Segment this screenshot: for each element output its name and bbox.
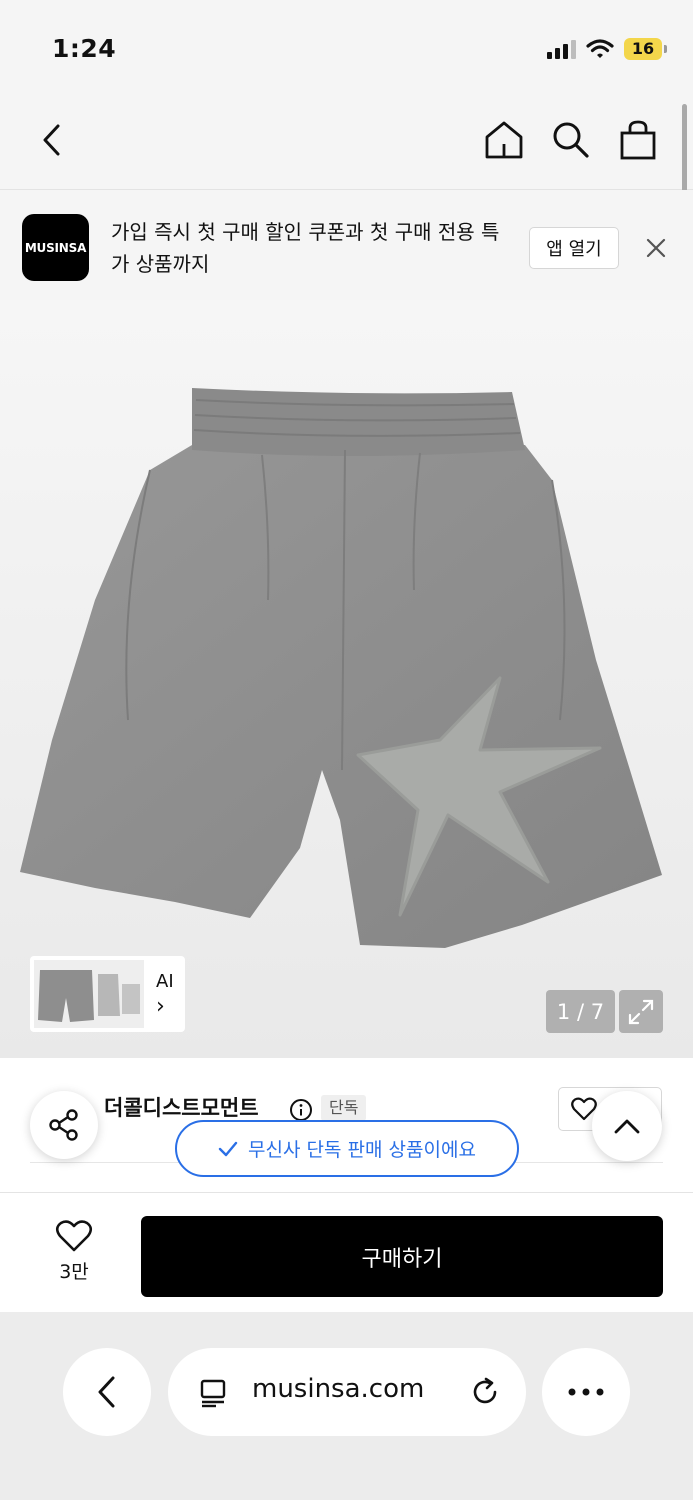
sweat-shorts-illustration <box>0 300 693 1058</box>
url-text: musinsa.com <box>252 1374 425 1404</box>
page-scrollbar[interactable] <box>682 104 687 204</box>
purchase-bar: 3만 구매하기 <box>0 1192 693 1312</box>
more-dots-icon <box>568 1388 604 1396</box>
status-icons: 16 <box>547 38 667 60</box>
image-page-counter: 1 / 7 <box>546 990 615 1033</box>
like-button[interactable]: 3만 <box>40 1219 108 1291</box>
expand-icon <box>628 999 654 1024</box>
open-app-button[interactable]: 앱 열기 <box>529 227 619 269</box>
info-icon[interactable] <box>289 1098 313 1122</box>
battery-icon: 16 <box>624 38 667 60</box>
more-options-button[interactable] <box>542 1348 630 1436</box>
close-banner-button[interactable] <box>642 234 670 266</box>
product-image[interactable] <box>0 300 693 1058</box>
wifi-icon <box>586 39 614 58</box>
top-navigation <box>0 96 693 190</box>
exclusive-badge: 단독 <box>321 1095 367 1121</box>
reload-icon[interactable] <box>468 1375 502 1409</box>
expand-image-button[interactable] <box>619 990 663 1033</box>
ai-styling-card[interactable]: AI › <box>30 956 185 1032</box>
close-icon <box>646 238 666 258</box>
home-button[interactable] <box>480 116 528 164</box>
toast-message: 무신사 단독 판매 상품이에요 <box>248 1139 476 1161</box>
share-icon <box>49 1109 78 1141</box>
ai-label: AI <box>156 971 174 992</box>
browser-back-button[interactable] <box>63 1348 151 1436</box>
chevron-left-icon <box>43 124 60 156</box>
address-bar[interactable]: musinsa.com <box>168 1348 526 1436</box>
scroll-to-top-button[interactable] <box>592 1091 662 1161</box>
cellular-signal-icon <box>547 39 576 59</box>
chevron-left-icon <box>98 1376 115 1408</box>
status-bar: 1:24 16 <box>0 0 693 96</box>
cart-button[interactable] <box>614 116 662 164</box>
share-button[interactable] <box>30 1091 98 1159</box>
app-banner-message: 가입 즉시 첫 구매 할인 쿠폰과 첫 구매 전용 특가 상품까지 <box>111 220 500 276</box>
search-icon <box>553 122 589 158</box>
brand-name[interactable]: 더콜디스트모먼트 <box>104 1092 259 1122</box>
buy-button[interactable]: 구매하기 <box>141 1216 663 1297</box>
browser-toolbar: musinsa.com <box>0 1312 693 1500</box>
home-icon <box>485 121 523 159</box>
page-menu-icon <box>200 1379 226 1408</box>
battery-level: 16 <box>624 38 662 60</box>
ai-thumbnail <box>34 960 144 1028</box>
heart-icon <box>55 1220 93 1252</box>
like-count: 3만 <box>59 1261 89 1283</box>
musinsa-logo: MUSINSA <box>22 214 89 281</box>
ai-chevron: › <box>156 994 165 1019</box>
status-time: 1:24 <box>52 34 117 63</box>
app-install-banner: MUSINSA 가입 즉시 첫 구매 할인 쿠폰과 첫 구매 전용 특가 상품까… <box>0 190 693 300</box>
exclusive-toast: 무신사 단독 판매 상품이에요 <box>175 1120 519 1177</box>
chevron-up-icon <box>614 1119 640 1134</box>
back-button[interactable] <box>28 116 76 164</box>
check-icon <box>218 1141 238 1156</box>
shopping-bag-icon <box>620 120 656 160</box>
search-button[interactable] <box>547 116 595 164</box>
